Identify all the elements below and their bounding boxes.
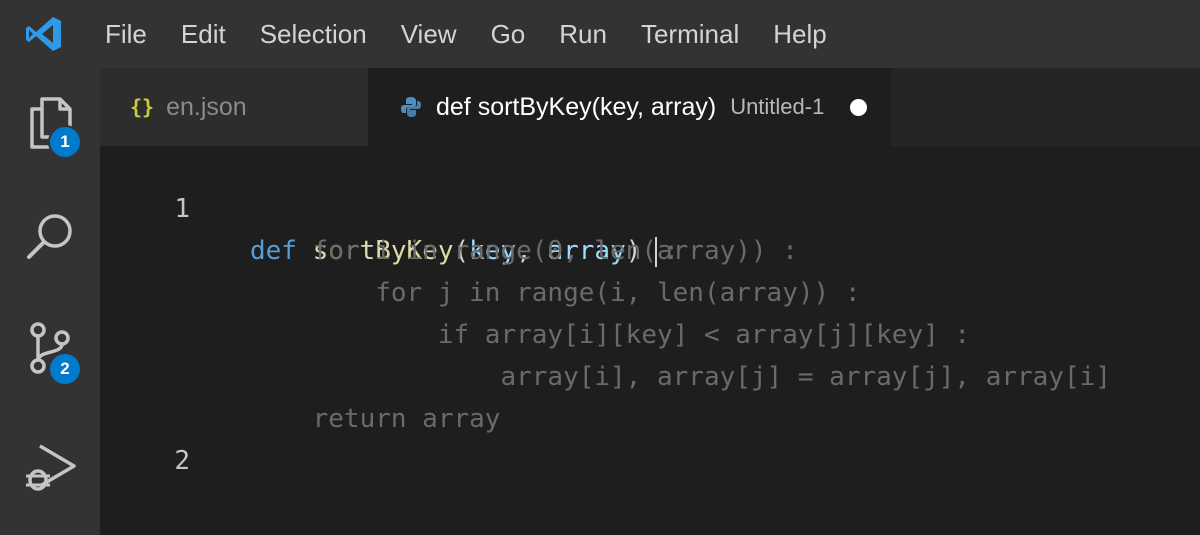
menu-edit[interactable]: Edit xyxy=(164,0,243,68)
search-button[interactable] xyxy=(0,186,100,286)
menu-items: File Edit Selection View Go Run Terminal… xyxy=(88,0,844,68)
menu-view[interactable]: View xyxy=(384,0,474,68)
python-file-icon xyxy=(401,97,421,117)
source-control-badge: 2 xyxy=(48,352,82,386)
explorer-button[interactable]: 1 xyxy=(0,73,100,173)
unsaved-dot-icon[interactable] xyxy=(850,98,868,116)
menu-terminal[interactable]: Terminal xyxy=(624,0,756,68)
tab-description: Untitled-1 xyxy=(730,94,825,119)
menu-selection[interactable]: Selection xyxy=(243,0,384,68)
menu-bar: File Edit Selection View Go Run Terminal… xyxy=(0,0,1200,68)
line-number: 2 xyxy=(174,446,190,476)
run-debug-button[interactable] xyxy=(0,416,100,516)
source-control-button[interactable]: 2 xyxy=(0,298,100,398)
tab-bar: {} en.json def sortByKey(key, array) Unt… xyxy=(100,68,1200,146)
activity-bar: 1 2 xyxy=(0,68,100,535)
tab-untitled-1[interactable]: def sortByKey(key, array) Untitled-1 xyxy=(368,68,892,146)
suggestion-line: array[i], array[j] = array[j], array[i] xyxy=(100,314,1200,392)
code-editor[interactable]: 1 def sortByKey(key, array): for i in ra… xyxy=(100,146,1200,535)
code-line-1: 1 def sortByKey(key, array): xyxy=(100,146,1200,267)
menu-file[interactable]: File xyxy=(88,0,164,68)
tab-en-json[interactable]: {} en.json xyxy=(100,68,368,146)
vscode-logo-icon xyxy=(0,0,88,68)
json-file-icon: {} xyxy=(130,95,155,119)
vscode-window: File Edit Selection View Go Run Terminal… xyxy=(0,0,1200,535)
menu-run[interactable]: Run xyxy=(542,0,624,68)
suggestion-line: for j in range(i, len(array)) : xyxy=(100,230,1200,308)
suggestion-line: if array[i][key] < array[j][key] : xyxy=(100,272,1200,350)
menu-help[interactable]: Help xyxy=(756,0,843,68)
suggestion-line: for i in range(0, len(array)) : xyxy=(100,188,1200,266)
tab-label: en.json xyxy=(166,92,247,121)
suggestion-line: return array xyxy=(100,356,1200,434)
menu-go[interactable]: Go xyxy=(474,0,543,68)
code-line-2: 2 xyxy=(100,398,1200,476)
explorer-badge: 1 xyxy=(48,125,82,159)
search-icon xyxy=(27,214,72,259)
tab-label: def sortByKey(key, array) xyxy=(436,92,717,121)
run-debug-icon xyxy=(26,444,76,491)
